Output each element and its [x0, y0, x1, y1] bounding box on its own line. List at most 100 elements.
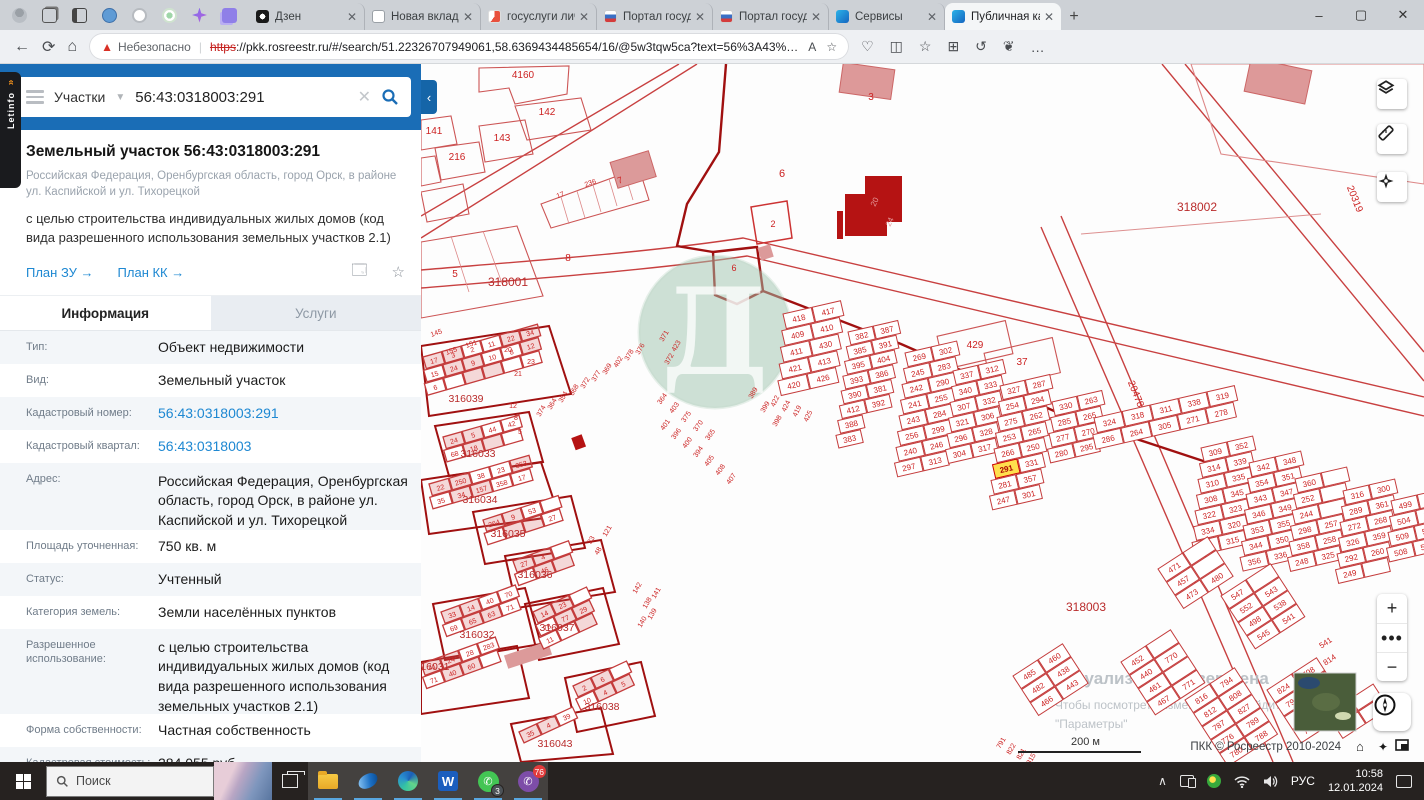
taskbar-app-edge[interactable] — [388, 762, 428, 800]
clear-search-icon[interactable]: ✕ — [358, 87, 371, 107]
taskbar-app-explorer[interactable] — [308, 762, 348, 800]
hidden-icons-caret[interactable]: ∧ — [1158, 774, 1167, 788]
search-icon[interactable] — [381, 88, 399, 106]
browser-tab[interactable]: Новая вкладк ✕ — [365, 3, 481, 30]
tab-close-icon[interactable]: ✕ — [579, 11, 589, 23]
extension-spark-icon[interactable] — [192, 7, 207, 23]
taskbar-app-photos[interactable] — [348, 762, 388, 800]
taskbar-app-whatsapp[interactable]: ✆ 3 — [468, 762, 508, 800]
map-fullscreen-icon[interactable] — [1395, 739, 1409, 751]
tab-information[interactable]: Информация — [0, 295, 211, 330]
favorite-star-icon[interactable]: ☆ — [826, 40, 837, 54]
back-icon[interactable]: ← — [14, 38, 30, 56]
history-icon[interactable]: ↺ — [975, 38, 987, 55]
search-category[interactable]: Участки — [54, 89, 105, 105]
taskbar-app-word[interactable]: W — [428, 762, 468, 800]
panel-collapse-chevron[interactable]: ‹ — [421, 80, 437, 114]
minimap[interactable] — [1293, 672, 1357, 732]
tab-close-icon[interactable]: ✕ — [695, 11, 705, 23]
home-icon[interactable]: ⌂ — [67, 38, 77, 56]
browser-essentials-icon[interactable]: ♡ — [861, 38, 874, 55]
settings-more-icon[interactable]: … — [1031, 39, 1045, 55]
map-home-icon[interactable]: ⌂ — [1356, 739, 1364, 754]
zoom-out-button[interactable]: − — [1377, 652, 1407, 681]
clock[interactable]: 10:58 12.01.2024 — [1328, 767, 1383, 796]
info-row-value[interactable]: 56:43:0318003 — [158, 437, 421, 457]
browser-tab[interactable]: Портал госуда ✕ — [597, 3, 713, 30]
start-button[interactable] — [0, 762, 46, 800]
minimize-button[interactable]: – — [1298, 0, 1340, 30]
map-label: 20319 — [1344, 184, 1365, 214]
info-row-label: Статус: — [26, 573, 64, 586]
copy-stack-icon[interactable] — [42, 7, 57, 23]
measure-ruler-button[interactable] — [1377, 124, 1407, 154]
star-icon[interactable]: ☆ — [392, 263, 405, 281]
favorites-icon[interactable]: ☆ — [919, 38, 932, 55]
antivirus-icon[interactable] — [1206, 774, 1221, 788]
edge-icon — [398, 771, 418, 791]
map-marker-icon[interactable]: ✦ — [1378, 740, 1388, 754]
parcel-numbers-layer: 418417409410411430421413420426382 387385 3… — [421, 70, 1424, 762]
menu-icon[interactable] — [26, 90, 44, 104]
close-button[interactable]: ✕ — [1382, 0, 1424, 30]
language-indicator[interactable]: РУС — [1291, 774, 1315, 788]
taskbar-app-viber[interactable]: ✆ 76 — [508, 762, 548, 800]
map-label: 4160 — [512, 70, 535, 81]
letyshops-ribbon[interactable]: » Letinfo — [0, 72, 21, 188]
url-field[interactable]: ▲ Небезопасно | https ://pkk.rosreestr.r… — [89, 33, 850, 60]
tab-close-icon[interactable]: ✕ — [1044, 11, 1054, 23]
collections-icon[interactable]: ⊞ — [947, 38, 959, 55]
new-tab-button[interactable]: + — [1061, 4, 1087, 30]
extension-teal-icon[interactable] — [162, 7, 177, 23]
tab-close-icon[interactable]: ✕ — [347, 11, 357, 23]
info-row: Тип: Объект недвижимости — [0, 330, 421, 364]
reload-icon[interactable]: ⟳ — [42, 37, 55, 57]
identify-marker-button[interactable] — [1377, 172, 1407, 202]
browser-tab[interactable]: Публичная ка ✕ — [945, 3, 1061, 30]
photos-icon — [356, 771, 380, 791]
extension-squares-icon[interactable] — [222, 7, 237, 23]
map-label: 17 — [556, 191, 566, 200]
plan-kk-link[interactable]: План КК → — [118, 265, 185, 280]
doc-search-icon[interactable]: 🗔 — [351, 260, 367, 285]
browser-tab[interactable]: Портал госуда ✕ — [713, 3, 829, 30]
map-label: 316031 — [421, 661, 450, 673]
extension-gray-icon[interactable] — [132, 7, 147, 23]
tab-label: Портал госуда — [623, 10, 691, 23]
task-view-button[interactable] — [272, 762, 308, 800]
volume-icon[interactable] — [1263, 775, 1278, 788]
sidebar-icon[interactable] — [72, 7, 87, 23]
extension-shield-icon[interactable]: ❦ — [1003, 38, 1015, 55]
tab-close-icon[interactable]: ✕ — [811, 11, 821, 23]
browser-tab[interactable]: Дзен ✕ — [249, 3, 365, 30]
search-input[interactable] — [135, 88, 348, 106]
tab-services[interactable]: Услуги — [210, 295, 421, 330]
extension-blue-icon[interactable] — [102, 7, 117, 23]
tab-close-icon[interactable]: ✕ — [463, 11, 473, 23]
cadastral-map[interactable]: Д Актуализация завершена Чтобы посмотрет… — [421, 64, 1424, 762]
tab-close-icon[interactable]: ✕ — [927, 11, 937, 23]
split-screen-icon[interactable]: ◫ — [890, 38, 903, 55]
browser-tab[interactable]: Сервисы ✕ — [829, 3, 945, 30]
parcel-cluster: 142378772911 — [532, 586, 598, 650]
chevron-down-icon[interactable]: ▼ — [115, 92, 125, 103]
browser-profile-extensions — [0, 0, 249, 30]
device-link-icon[interactable] — [1179, 775, 1196, 788]
wifi-icon[interactable] — [1234, 775, 1250, 788]
zoom-more-button[interactable]: ••• — [1377, 623, 1407, 652]
profile-icon[interactable] — [12, 7, 27, 23]
browser-tab[interactable]: госуслуги лич ✕ — [481, 3, 597, 30]
map-canvas[interactable]: Д Актуализация завершена Чтобы посмотрет… — [421, 64, 1424, 762]
plan-zu-link[interactable]: План ЗУ → — [26, 265, 94, 280]
restore-button[interactable]: ▢ — [1340, 0, 1382, 30]
info-row-value[interactable]: 56:43:0318003:291 — [158, 404, 421, 424]
widgets-thumbnail[interactable] — [214, 762, 272, 800]
parcel-outlines — [421, 64, 1424, 390]
zoom-in-button[interactable]: + — [1377, 594, 1407, 623]
info-row-value: 750 кв. м — [158, 537, 217, 554]
read-aloud-icon[interactable]: A — [808, 40, 816, 54]
layers-button[interactable] — [1377, 79, 1407, 109]
taskbar-search[interactable]: Поиск — [46, 765, 214, 797]
notification-center-icon[interactable] — [1396, 774, 1412, 788]
locate-compass-button[interactable] — [1373, 693, 1411, 731]
